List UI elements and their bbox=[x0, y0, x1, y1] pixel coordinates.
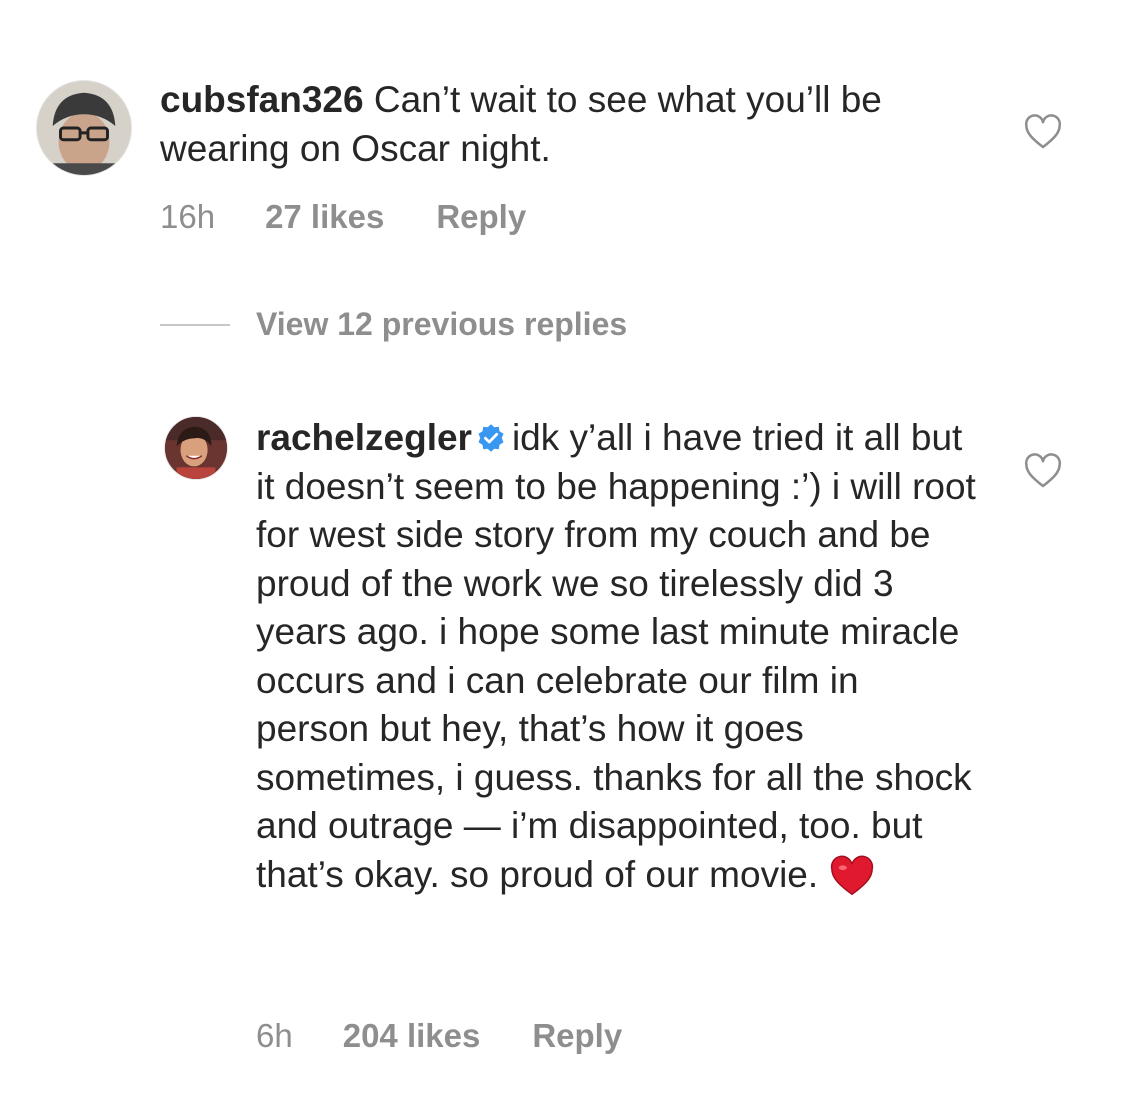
comment-text: idk y’all i have tried it all but it doe… bbox=[256, 417, 976, 895]
reply-button[interactable]: Reply bbox=[436, 198, 526, 236]
profile-photo-icon bbox=[37, 81, 131, 175]
heart-outline-icon[interactable] bbox=[1024, 114, 1062, 150]
red-heart-emoji bbox=[830, 855, 874, 895]
comment-meta: 16h 27 likes Reply bbox=[160, 198, 526, 236]
comment-meta: 6h 204 likes Reply bbox=[256, 1017, 622, 1055]
comment-likes[interactable]: 204 likes bbox=[343, 1017, 481, 1055]
divider-line bbox=[160, 323, 230, 326]
heart-outline-icon[interactable] bbox=[1024, 453, 1062, 489]
verified-badge-icon bbox=[478, 424, 504, 452]
comment-body: cubsfan326 Can’t wait to see what you’ll… bbox=[160, 76, 980, 173]
comment-time: 16h bbox=[160, 198, 216, 235]
comment-username[interactable]: cubsfan326 bbox=[160, 79, 364, 120]
avatar-cubsfan326[interactable] bbox=[36, 80, 132, 176]
comment-time: 6h bbox=[256, 1017, 293, 1054]
comment-body: rachelzegler idk y’all i have tried it al… bbox=[256, 414, 976, 899]
view-previous-replies[interactable]: View 12 previous replies bbox=[160, 306, 627, 343]
reply-button[interactable]: Reply bbox=[532, 1017, 622, 1055]
view-replies-label: View 12 previous replies bbox=[256, 306, 628, 342]
comment-username[interactable]: rachelzegler bbox=[256, 417, 472, 458]
comment-likes[interactable]: 27 likes bbox=[265, 198, 384, 236]
avatar-rachelzegler[interactable] bbox=[164, 416, 228, 480]
profile-photo-icon bbox=[165, 417, 227, 479]
